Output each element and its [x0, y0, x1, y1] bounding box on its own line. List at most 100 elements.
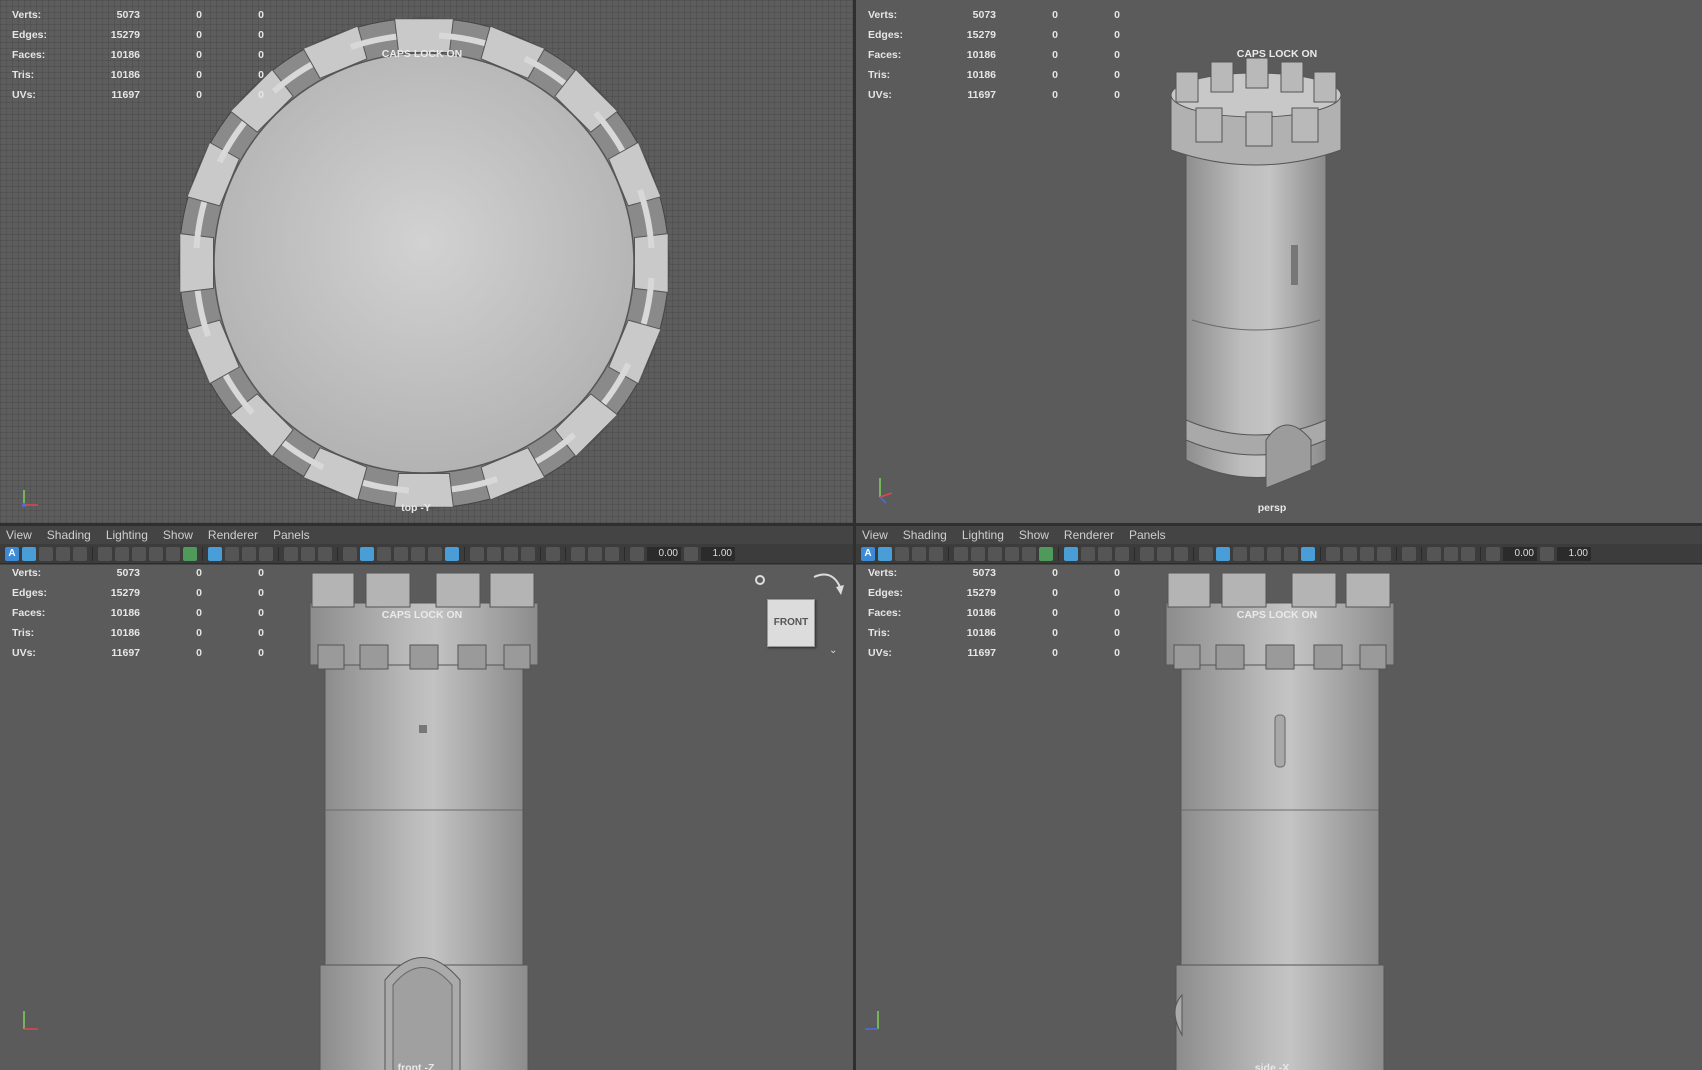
viewcube-home-icon[interactable] [755, 575, 765, 585]
viewcube-menu-icon[interactable]: ⌄ [829, 645, 837, 656]
toolbar-icon[interactable] [504, 546, 518, 561]
toolbar-icon[interactable] [149, 546, 163, 561]
toolbar-icon[interactable] [954, 546, 968, 561]
toolbar-icon[interactable] [971, 546, 985, 561]
menu-lighting[interactable]: Lighting [962, 528, 1004, 542]
toolbar-icon[interactable] [1284, 546, 1298, 561]
menu-renderer[interactable]: Renderer [208, 528, 258, 542]
toolbar-icon[interactable] [1360, 546, 1374, 561]
toolbar-icon[interactable] [1343, 546, 1357, 561]
toolbar-icon[interactable] [242, 546, 256, 561]
viewport-front[interactable]: View Shading Lighting Show Renderer Pane… [0, 526, 853, 1070]
menu-shading[interactable]: Shading [47, 528, 91, 542]
toolbar-icon[interactable] [630, 546, 644, 561]
toolbar-icon[interactable] [394, 546, 408, 561]
toolbar-icon[interactable] [470, 546, 484, 561]
toolbar-icon[interactable] [39, 546, 53, 561]
toolbar-icon[interactable] [487, 546, 501, 561]
toolbar-icon[interactable] [1157, 546, 1171, 561]
toolbar-icon[interactable] [1005, 546, 1019, 561]
toolbar-icon[interactable] [115, 546, 129, 561]
viewport-front-canvas[interactable]: Verts: 5073 0 0 Edges: 15279 0 0 Faces: 10186 0 0 Tr… [0, 565, 853, 1070]
toolbar-icon[interactable] [377, 546, 391, 561]
toolbar-icon[interactable] [22, 546, 36, 561]
toolbar-icon[interactable] [912, 546, 926, 561]
toolbar-icon[interactable] [1301, 546, 1315, 561]
toolbar-icon[interactable] [1233, 546, 1247, 561]
toolbar-icon[interactable] [1064, 546, 1078, 561]
toolbar-icon[interactable] [208, 546, 222, 561]
menu-panels[interactable]: Panels [273, 528, 310, 542]
menu-lighting[interactable]: Lighting [106, 528, 148, 542]
toolbar-icon[interactable] [1427, 546, 1441, 561]
menu-show[interactable]: Show [1019, 528, 1049, 542]
viewport-top[interactable]: Verts: 5073 0 0 Edges: 15279 0 0 Faces: 10186 0 0 Tr… [0, 0, 853, 523]
toolbar-icon[interactable] [73, 546, 87, 561]
menu-renderer[interactable]: Renderer [1064, 528, 1114, 542]
menu-view[interactable]: View [6, 528, 32, 542]
toolbar-icon[interactable] [1174, 546, 1188, 561]
gamma-field[interactable]: 1.00 [1557, 546, 1591, 561]
toolbar-icon[interactable] [988, 546, 1002, 561]
toolbar-icon[interactable] [1140, 546, 1154, 561]
select-camera-icon[interactable]: A [861, 546, 875, 561]
toolbar-icon[interactable] [929, 546, 943, 561]
exposure-field[interactable]: 0.00 [1503, 546, 1537, 561]
viewport-divider-vertical[interactable] [853, 0, 856, 1070]
toolbar-icon[interactable] [1199, 546, 1213, 561]
toolbar-icon[interactable] [1250, 546, 1264, 561]
viewport-top-canvas[interactable]: Verts: 5073 0 0 Edges: 15279 0 0 Faces: 10186 0 0 Tr… [0, 0, 853, 523]
toolbar-icon[interactable] [284, 546, 298, 561]
toolbar-icon[interactable] [1461, 546, 1475, 561]
toolbar-icon[interactable] [1402, 546, 1416, 561]
toolbar-icon[interactable] [571, 546, 585, 561]
toolbar-icon[interactable] [428, 546, 442, 561]
toolbar-icon[interactable] [183, 546, 197, 561]
toolbar-icon[interactable] [546, 546, 560, 561]
toolbar-icon[interactable] [445, 546, 459, 561]
viewcube-rotate-icon[interactable] [810, 565, 850, 605]
toolbar-icon[interactable] [343, 546, 357, 561]
toolbar-icon[interactable] [895, 546, 909, 561]
toolbar-icon[interactable] [588, 546, 602, 561]
toolbar-icon[interactable] [318, 546, 332, 561]
toolbar-icon[interactable] [98, 546, 112, 561]
toolbar-icon[interactable] [1098, 546, 1112, 561]
toolbar-icon[interactable] [1022, 546, 1036, 561]
toolbar-icon[interactable] [1267, 546, 1281, 561]
toolbar-icon[interactable] [1444, 546, 1458, 561]
toolbar-icon[interactable] [1039, 546, 1053, 561]
toolbar-icon[interactable] [605, 546, 619, 561]
toolbar-icon[interactable] [1081, 546, 1095, 561]
toolbar-icon[interactable] [166, 546, 180, 561]
toolbar-icon[interactable] [301, 546, 315, 561]
select-camera-icon[interactable]: A [5, 546, 19, 561]
menu-shading[interactable]: Shading [903, 528, 947, 542]
toolbar-icon[interactable] [411, 546, 425, 561]
menu-show[interactable]: Show [163, 528, 193, 542]
viewport-side[interactable]: View Shading Lighting Show Renderer Pane… [856, 526, 1702, 1070]
exposure-field[interactable]: 0.00 [647, 546, 681, 561]
viewport-divider-horizontal[interactable] [0, 523, 1702, 526]
toolbar-icon[interactable] [259, 546, 273, 561]
toolbar-icon[interactable] [225, 546, 239, 561]
toolbar-icon[interactable] [1377, 546, 1391, 561]
toolbar-icon[interactable] [132, 546, 146, 561]
toolbar-icon[interactable] [878, 546, 892, 561]
viewport-persp-canvas[interactable]: Verts: 5073 0 0 Edges: 15279 0 0 Faces: 10186 0 0 Tr… [856, 0, 1702, 523]
toolbar-icon[interactable] [1540, 546, 1554, 561]
viewport-side-canvas[interactable]: Verts: 5073 0 0 Edges: 15279 0 0 Faces: 10186 0 0 Tr… [856, 565, 1702, 1070]
menu-panels[interactable]: Panels [1129, 528, 1166, 542]
toolbar-icon[interactable] [1486, 546, 1500, 561]
viewcube[interactable]: FRONT [767, 599, 815, 647]
toolbar-icon[interactable] [360, 546, 374, 561]
toolbar-icon[interactable] [684, 546, 698, 561]
toolbar-icon[interactable] [1326, 546, 1340, 561]
viewport-persp[interactable]: Verts: 5073 0 0 Edges: 15279 0 0 Faces: 10186 0 0 Tr… [856, 0, 1702, 523]
toolbar-icon[interactable] [1216, 546, 1230, 561]
toolbar-icon[interactable] [56, 546, 70, 561]
menu-view[interactable]: View [862, 528, 888, 542]
toolbar-icon[interactable] [521, 546, 535, 561]
toolbar-icon[interactable] [1115, 546, 1129, 561]
gamma-field[interactable]: 1.00 [701, 546, 735, 561]
